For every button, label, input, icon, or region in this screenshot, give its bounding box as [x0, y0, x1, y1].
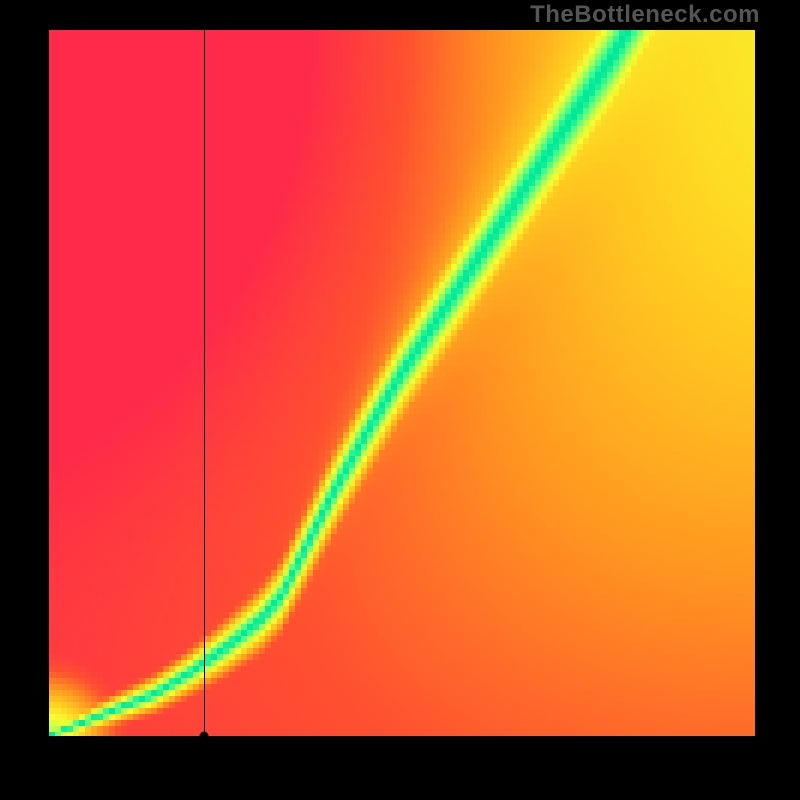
plot-frame [0, 30, 800, 800]
crosshair-horizontal [49, 736, 755, 737]
crosshair-vertical [204, 30, 205, 736]
heatmap-plot [49, 30, 755, 736]
heatmap-canvas [49, 30, 755, 736]
watermark-text: TheBottleneck.com [530, 0, 760, 30]
marker-point [200, 732, 209, 737]
